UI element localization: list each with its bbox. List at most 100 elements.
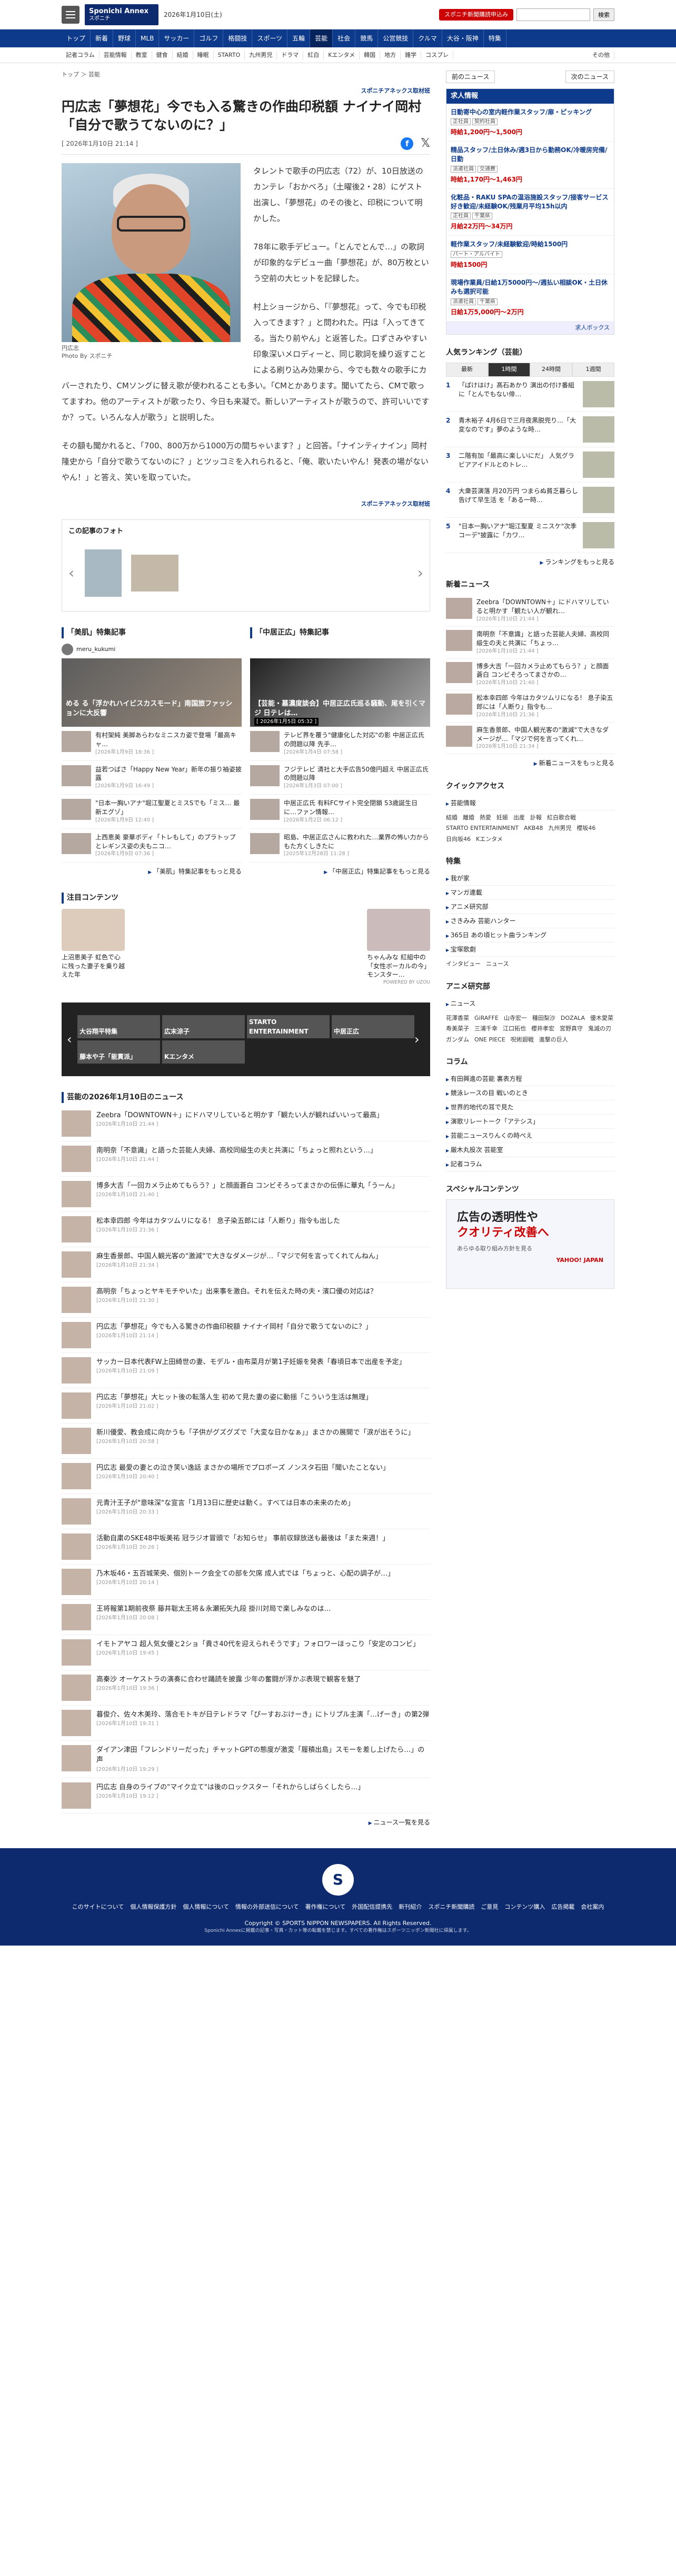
subnav-item[interactable]: 九州男児 — [245, 51, 277, 60]
anime-tag[interactable]: ガンダム — [446, 1036, 469, 1045]
quick-tag[interactable]: 日向坂46 — [446, 835, 471, 844]
ranking-tab[interactable]: 最新 — [446, 363, 488, 377]
news-item[interactable]: 新川優愛、教会成に向かうも「子供がグズグズで「大変な日かなぁ」」まさかの展開で「… — [62, 1424, 430, 1459]
special-item[interactable]: さきみみ 芸能ハンター — [446, 914, 614, 929]
list-item[interactable]: 有村架純 美脚あらわなミニスカ姿で登場「最高キャ… [2026年1月9日 18:3… — [62, 727, 242, 761]
column-item[interactable]: 芸能ニュースりんくの時ぺえ — [446, 1129, 614, 1144]
banner-tile[interactable]: 藤本や子「能貫派」 — [77, 1040, 160, 1064]
nav-item[interactable]: 競馬 — [355, 29, 379, 47]
news-item[interactable]: 博多大吉「一回カメラ止めてもらう？」と顔面蒼白 コンビそろってまさかの伝係に華丸… — [62, 1177, 430, 1212]
footer-link[interactable]: 個人情報保護方針 — [130, 1903, 176, 1912]
banner-tile[interactable]: Kエンタメ — [162, 1040, 245, 1064]
special-item[interactable]: 365日 あの頃ヒット曲ランキング — [446, 928, 614, 943]
news-item[interactable]: 乃木坂46・五百城茉央、個別トーク会全ての部を欠席 成人式では「ちょっと、心配の… — [62, 1565, 430, 1600]
job-item[interactable]: 精品スタッフ/土日休み/週3日から勤務OK/冷暖房完備/日勤 派遣社員 交通費 時給1… — [446, 142, 614, 189]
news-item[interactable]: サッカー日本代表FW上田綺世の妻、モデル・由布菜月が第1子妊娠を発表「春頃日本で… — [62, 1353, 430, 1388]
subnav-item[interactable]: 芸能情報 — [100, 51, 132, 60]
quick-tag[interactable]: AKB48 — [524, 824, 543, 833]
nav-item[interactable]: 公営競技 — [378, 29, 414, 47]
list-item[interactable]: 上西恵美 豪華ボディ「トレもして」のプラトップとレギンス姿の夫もニコ… [2026… — [62, 829, 242, 863]
photo-thumb[interactable] — [85, 549, 122, 597]
quick-tag[interactable]: 紅白歌合戦 — [547, 814, 576, 823]
chevron-left-icon[interactable]: ‹ — [67, 1030, 77, 1049]
news-item[interactable]: 円広志 自身のライブの"マイク立て"は後のロックスター「それからしばらくしたら…… — [62, 1778, 430, 1813]
news-item[interactable]: 高明奈「ちょっとヤキモチやいた」出来事を激白。それを伝えた時の夫・濱口優の対応は… — [62, 1282, 430, 1318]
site-logo[interactable]: Sponichi Annex スポニチ — [85, 4, 158, 25]
news-item[interactable]: 円広志「夢想花」大ヒット後の転落人生 初めて見た妻の姿に動揺「こういう生活は無理… — [62, 1388, 430, 1424]
footer-link[interactable]: スポニチ新聞購読 — [428, 1903, 474, 1912]
news-item[interactable]: 円広志「夢想花」今でも入る驚きの作曲印税額 ナイナイ岡村「自分で歌うてないのに？… — [62, 1318, 430, 1353]
x-share-icon[interactable]: 𝕏 — [421, 137, 430, 150]
news-item[interactable]: 麻生香景郎、中国人観光客の"激減"で大きなダメージが…「マジで何を言ってくれてん… — [62, 1247, 430, 1282]
nav-item[interactable]: クルマ — [413, 29, 442, 47]
nav-item[interactable]: 新着 — [91, 29, 114, 47]
ranking-item[interactable]: 1 「ぱけはけ」髙石あかり 演出の付け番組に「とんでもない俳… — [446, 377, 614, 412]
special-item[interactable]: マンガ連載 — [446, 886, 614, 900]
subnav-item[interactable]: Kエンタメ — [324, 51, 360, 60]
special-foot-link[interactable]: ニュース — [486, 960, 509, 969]
quick-tag[interactable]: 熱愛 — [480, 814, 491, 823]
footer-link[interactable]: 著作権について — [305, 1903, 346, 1912]
list-item[interactable]: テレビ界を覆う"健康化した対応"の影 中居正広氏の問題以降 先手… [2026年1… — [250, 727, 430, 761]
anime-tag[interactable]: 宮野真守 — [560, 1025, 583, 1034]
feature-more-link[interactable]: 「美肌」特集記事をもっと見る — [62, 867, 242, 877]
nav-item[interactable]: スポーツ — [252, 29, 288, 47]
anime-tag[interactable]: 三浦千幸 — [474, 1025, 498, 1034]
subnav-item[interactable]: ドラマ — [277, 51, 304, 60]
anime-tag[interactable]: 寿美菜子 — [446, 1025, 469, 1034]
banner-tile[interactable]: STARTO ENTERTAINMENT — [247, 1015, 330, 1038]
quick-tag[interactable]: Kエンタメ — [476, 835, 503, 844]
quick-tag[interactable]: 妊娠 — [496, 814, 508, 823]
feature-hero[interactable]: 【芸能・墓濃度談会】中居正広氏巡る騒動、尾を引くマジ 日テレは…[ 2026年1… — [250, 658, 430, 727]
quick-head[interactable]: 芸能情報 — [446, 796, 614, 810]
quick-tag[interactable]: 櫻坂46 — [576, 824, 595, 833]
footer-link[interactable]: コンテンツ購入 — [504, 1903, 545, 1912]
special-foot-link[interactable]: インタビュー — [446, 960, 481, 969]
search-input[interactable] — [516, 8, 590, 21]
nav-item[interactable]: 野球 — [113, 29, 136, 47]
anime-tag[interactable]: 鬼滅の刃 — [588, 1025, 611, 1034]
news-item[interactable]: ダイアン津田「フレンドリーだった」チャットGPTの態度が激変「履積出島」スモーを… — [62, 1741, 430, 1778]
prev-news-button[interactable]: 前のニュース — [446, 71, 495, 83]
news-item[interactable]: 活動自粛のSKE48中坂美祐 冠ラジオ冒頭で「お知らせ」 事前収録放送も最後は「… — [62, 1529, 430, 1565]
subnav-item[interactable]: 記者コラム — [62, 51, 100, 60]
anime-tag[interactable]: 江口拓也 — [503, 1025, 526, 1034]
nav-item[interactable]: 特集 — [484, 29, 506, 47]
special-item[interactable]: 我が家 — [446, 871, 614, 886]
anime-tag[interactable]: DOZALA — [561, 1014, 585, 1023]
list-item[interactable]: 昭島、中居正広さんに救われた…業界の怖い力からもた方くしきたに [2025年12月… — [250, 829, 430, 863]
jobs-footer[interactable]: 求人ボックス — [446, 321, 614, 335]
nav-item[interactable]: 五輪 — [287, 29, 311, 47]
ranking-item[interactable]: 2 青木裕子 4月6日で三月夜黒脱兜り…「大変なのです」夢のような時… — [446, 412, 614, 447]
next-news-button[interactable]: 次のニュース — [565, 71, 614, 83]
news-item[interactable]: イモトアヤコ 超人気女優と2ショ「貴さ40代を迎えられそうです」フォロワーほっこ… — [62, 1635, 430, 1670]
anime-tag[interactable]: ONE PIECE — [474, 1036, 505, 1045]
nav-item[interactable]: トップ — [62, 29, 91, 47]
ranking-more-link[interactable]: ランキングをもっと見る — [446, 557, 614, 567]
anime-tag[interactable]: GiRAFFE — [474, 1014, 499, 1023]
subnav-item[interactable]: コスプレ — [421, 51, 454, 60]
subnav-item[interactable]: STARTO — [214, 51, 245, 60]
ranking-item[interactable]: 4 大衆芸演落 月20万円 つまらぬ貧乏暮らし告げて早生活 を「ある一時… — [446, 483, 614, 518]
footer-link[interactable]: 外国配信提携先 — [352, 1903, 392, 1912]
latest-item[interactable]: Zeebra「DOWNTOWN＋」にドハマリしていると明かす「観たい人が観れ…[… — [446, 595, 614, 627]
quick-tag[interactable]: 九州男児 — [548, 824, 571, 833]
news-item[interactable]: Zeebra「DOWNTOWN＋」にドハマリしていると明かす「観たい人が観ればい… — [62, 1106, 430, 1141]
subnav-item[interactable]: 睡眠 — [193, 51, 214, 60]
news-item[interactable]: 王将報第1期前夜祭 藤井聡太王将＆永瀬拓矢九段 掛川対局で楽しみなのは… [202… — [62, 1600, 430, 1635]
list-item[interactable]: 益若つばさ「Happy New Year」新年の振り袖姿披露 [2026年1月9日… — [62, 761, 242, 795]
menu-icon[interactable] — [62, 6, 79, 24]
subnav-item[interactable]: 健食 — [152, 51, 173, 60]
footer-link[interactable]: 情報の外部送信について — [235, 1903, 299, 1912]
subnav-item[interactable]: その他 — [588, 51, 614, 60]
anime-tag[interactable]: 櫻井孝宏 — [531, 1025, 554, 1034]
ad-banner[interactable]: 広告の透明性や クオリティ改善へ あらゆる取り組み方針を見る YAHOO! JAP… — [446, 1199, 614, 1289]
nav-item[interactable]: 大谷・阪神 — [442, 29, 484, 47]
subnav-item[interactable]: 教室 — [132, 51, 152, 60]
column-item[interactable]: 競泳レースの目 戦いのとき — [446, 1086, 614, 1101]
quick-tag[interactable]: 出産 — [513, 814, 525, 823]
nav-item[interactable]: 社会 — [333, 29, 356, 47]
latest-item[interactable]: 南明奈「不意識」と語った芸能人夫婦、高校同級生の夫と共演に「ちょっ… [2026年… — [446, 627, 614, 659]
article-photo[interactable]: 円広志 Photo By スポニチ — [62, 163, 241, 360]
subnav-item[interactable]: 雑学 — [401, 51, 422, 60]
